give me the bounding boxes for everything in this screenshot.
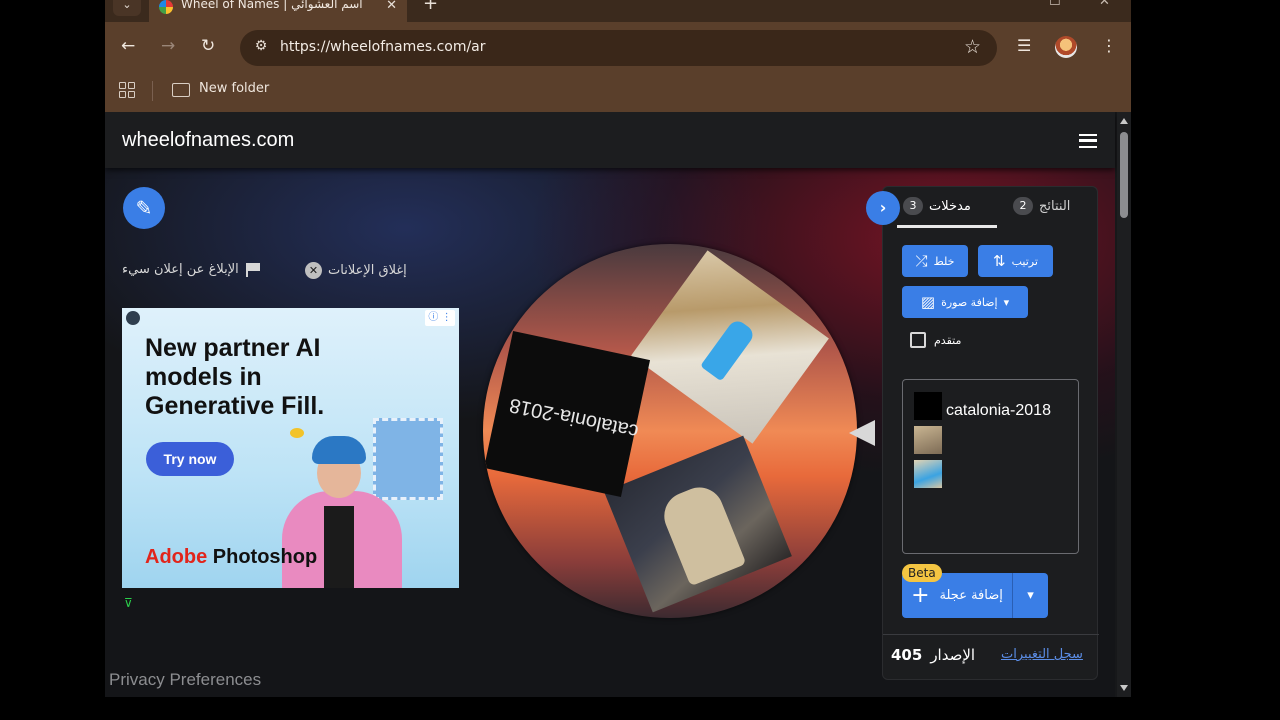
address-bar[interactable]: ⚙ https://wheelofnames.com/ar ☆	[240, 30, 997, 66]
active-tab-indicator	[897, 225, 997, 228]
add-wheel-dropdown[interactable]: ▾	[1013, 573, 1048, 618]
back-arrow-icon[interactable]: ←	[121, 36, 135, 56]
version-label: الإصدار	[930, 646, 976, 664]
tab-results[interactable]: 2 النتائج	[1013, 197, 1070, 215]
shuffle-icon: ⤮	[915, 252, 928, 270]
advanced-toggle[interactable]: متقدم	[910, 332, 961, 348]
ad-headline: New partner AI models in Generative Fill…	[145, 334, 325, 420]
close-ads-link[interactable]: ✕ إغلاق الإعلانات	[305, 262, 407, 279]
page-viewport: wheelofnames.com ✎ ✕ إغلاق الإعلانات الإ…	[105, 112, 1131, 697]
page-scrollbar[interactable]	[1117, 112, 1131, 697]
ad-info-icon[interactable]: ⓘ ⋮	[425, 310, 455, 326]
ad-try-now-button[interactable]: Try now	[146, 442, 234, 476]
spin-wheel[interactable]: catalonia-2018	[483, 244, 857, 618]
advertisement[interactable]: ⓘ ⋮ New partner AI models in Generative …	[122, 308, 459, 588]
browser-toolbar: ← → ↻ ⚙ https://wheelofnames.com/ar ☆ ☰ …	[105, 22, 1131, 70]
bookmark-separator	[152, 81, 153, 101]
add-image-button[interactable]: ▨ إضافة صورة ▾	[902, 286, 1028, 318]
customize-pencil-button[interactable]: ✎	[123, 187, 165, 229]
close-ads-label: إغلاق الإعلانات	[328, 263, 407, 278]
ad-bird-image	[290, 428, 304, 438]
entry-thumb-black	[914, 392, 942, 420]
browser-menu-icon[interactable]: ⋮	[1101, 36, 1117, 55]
maximize-icon[interactable]: ☐	[1049, 0, 1061, 9]
entries-panel: 3 مدخلات 2 النتائج › ⤮ خلط ⇅ ترتيب ▨ إضا…	[866, 186, 1099, 681]
ad-brand: Adobe Photoshop	[145, 546, 318, 568]
shuffle-label: خلط	[933, 254, 955, 268]
folder-icon[interactable]	[172, 83, 190, 97]
panel-tabs: 3 مدخلات 2 النتائج ›	[866, 187, 1099, 228]
report-ad-link[interactable]: الإبلاغ عن إعلان سيء	[122, 262, 261, 277]
apps-grid-icon[interactable]	[119, 82, 135, 98]
tab-entries[interactable]: 3 مدخلات	[903, 197, 971, 215]
profile-avatar[interactable]	[1055, 36, 1077, 58]
report-ad-label: الإبلاغ عن إعلان سيء	[122, 262, 239, 277]
reload-icon[interactable]: ↻	[201, 36, 215, 56]
sort-icon: ⇅	[993, 252, 1006, 270]
wheel-favicon-icon	[159, 0, 173, 14]
new-tab-button[interactable]: +	[423, 0, 438, 14]
site-header: wheelofnames.com	[105, 112, 1115, 168]
entry-text: catalonia-2018	[946, 402, 1051, 419]
add-wheel-button[interactable]: + إضافة عجلة ▾ Beta	[902, 564, 1048, 618]
collapse-panel-button[interactable]: ›	[866, 191, 900, 225]
ad-privacy-icon[interactable]	[126, 311, 140, 325]
advanced-checkbox[interactable]	[910, 332, 926, 348]
tab-entries-label: مدخلات	[929, 198, 971, 214]
scroll-thumb[interactable]	[1120, 132, 1128, 218]
entry-thumb-photo-2	[914, 426, 942, 454]
forward-arrow-icon[interactable]: →	[161, 36, 175, 56]
tab-search-button[interactable]: ⌄	[113, 0, 141, 16]
bookmarks-bar: New folder	[105, 70, 1131, 112]
media-controls-icon[interactable]: ☰	[1017, 36, 1031, 55]
site-logo[interactable]: wheelofnames.com	[122, 129, 294, 152]
site-info-icon[interactable]: ⚙	[250, 38, 272, 58]
ad-choices-icon[interactable]: ⊽	[124, 596, 133, 610]
advanced-label: متقدم	[934, 333, 962, 347]
changelog-link[interactable]: سجل التغييرات	[1001, 647, 1083, 662]
version-number: 405	[891, 646, 923, 664]
beta-badge: Beta	[902, 564, 942, 582]
sort-label: ترتيب	[1011, 254, 1038, 268]
add-image-label: إضافة صورة	[941, 295, 998, 309]
window-close-icon[interactable]: ✕	[1099, 0, 1110, 9]
shuffle-button[interactable]: ⤮ خلط	[902, 245, 968, 277]
panel-footer: 405 الإصدار سجل التغييرات	[883, 634, 1099, 681]
plus-icon: +	[911, 583, 930, 608]
entries-textarea[interactable]: catalonia-2018	[902, 379, 1079, 554]
entry-thumb-photo-3	[914, 460, 942, 488]
tab-strip: ⌄ Wheel of Names | اسم العشوائي ✕ + ☐ ✕	[105, 0, 1131, 22]
image-icon: ▨	[920, 293, 936, 311]
privacy-preferences-link[interactable]: Privacy Preferences	[109, 670, 261, 690]
wheel-slice-photo-3	[604, 435, 792, 613]
hamburger-menu-icon[interactable]	[1079, 134, 1097, 148]
chevron-down-icon: ▾	[1003, 295, 1010, 309]
wheel-pointer-icon	[849, 420, 875, 446]
bookmark-folder-label[interactable]: New folder	[199, 81, 269, 96]
scroll-down-arrow[interactable]	[1120, 685, 1128, 691]
tab-close-icon[interactable]: ✕	[386, 0, 397, 13]
browser-tab[interactable]: Wheel of Names | اسم العشوائي ✕	[149, 0, 407, 22]
sort-button[interactable]: ⇅ ترتيب	[978, 245, 1053, 277]
browser-window: ⌄ Wheel of Names | اسم العشوائي ✕ + ☐ ✕ …	[105, 0, 1131, 697]
bookmark-star-icon[interactable]: ☆	[964, 36, 981, 58]
add-wheel-label: إضافة عجلة	[939, 588, 1003, 603]
close-ads-icon: ✕	[305, 262, 322, 279]
version-info: 405 الإصدار	[891, 646, 975, 664]
scroll-up-arrow[interactable]	[1120, 118, 1128, 124]
entries-count-badge: 3	[903, 197, 923, 215]
tab-title: Wheel of Names | اسم العشوائي	[181, 0, 363, 11]
url-text[interactable]: https://wheelofnames.com/ar	[280, 39, 486, 55]
flag-icon	[245, 262, 261, 277]
results-count-badge: 2	[1013, 197, 1033, 215]
tab-results-label: النتائج	[1039, 198, 1071, 214]
